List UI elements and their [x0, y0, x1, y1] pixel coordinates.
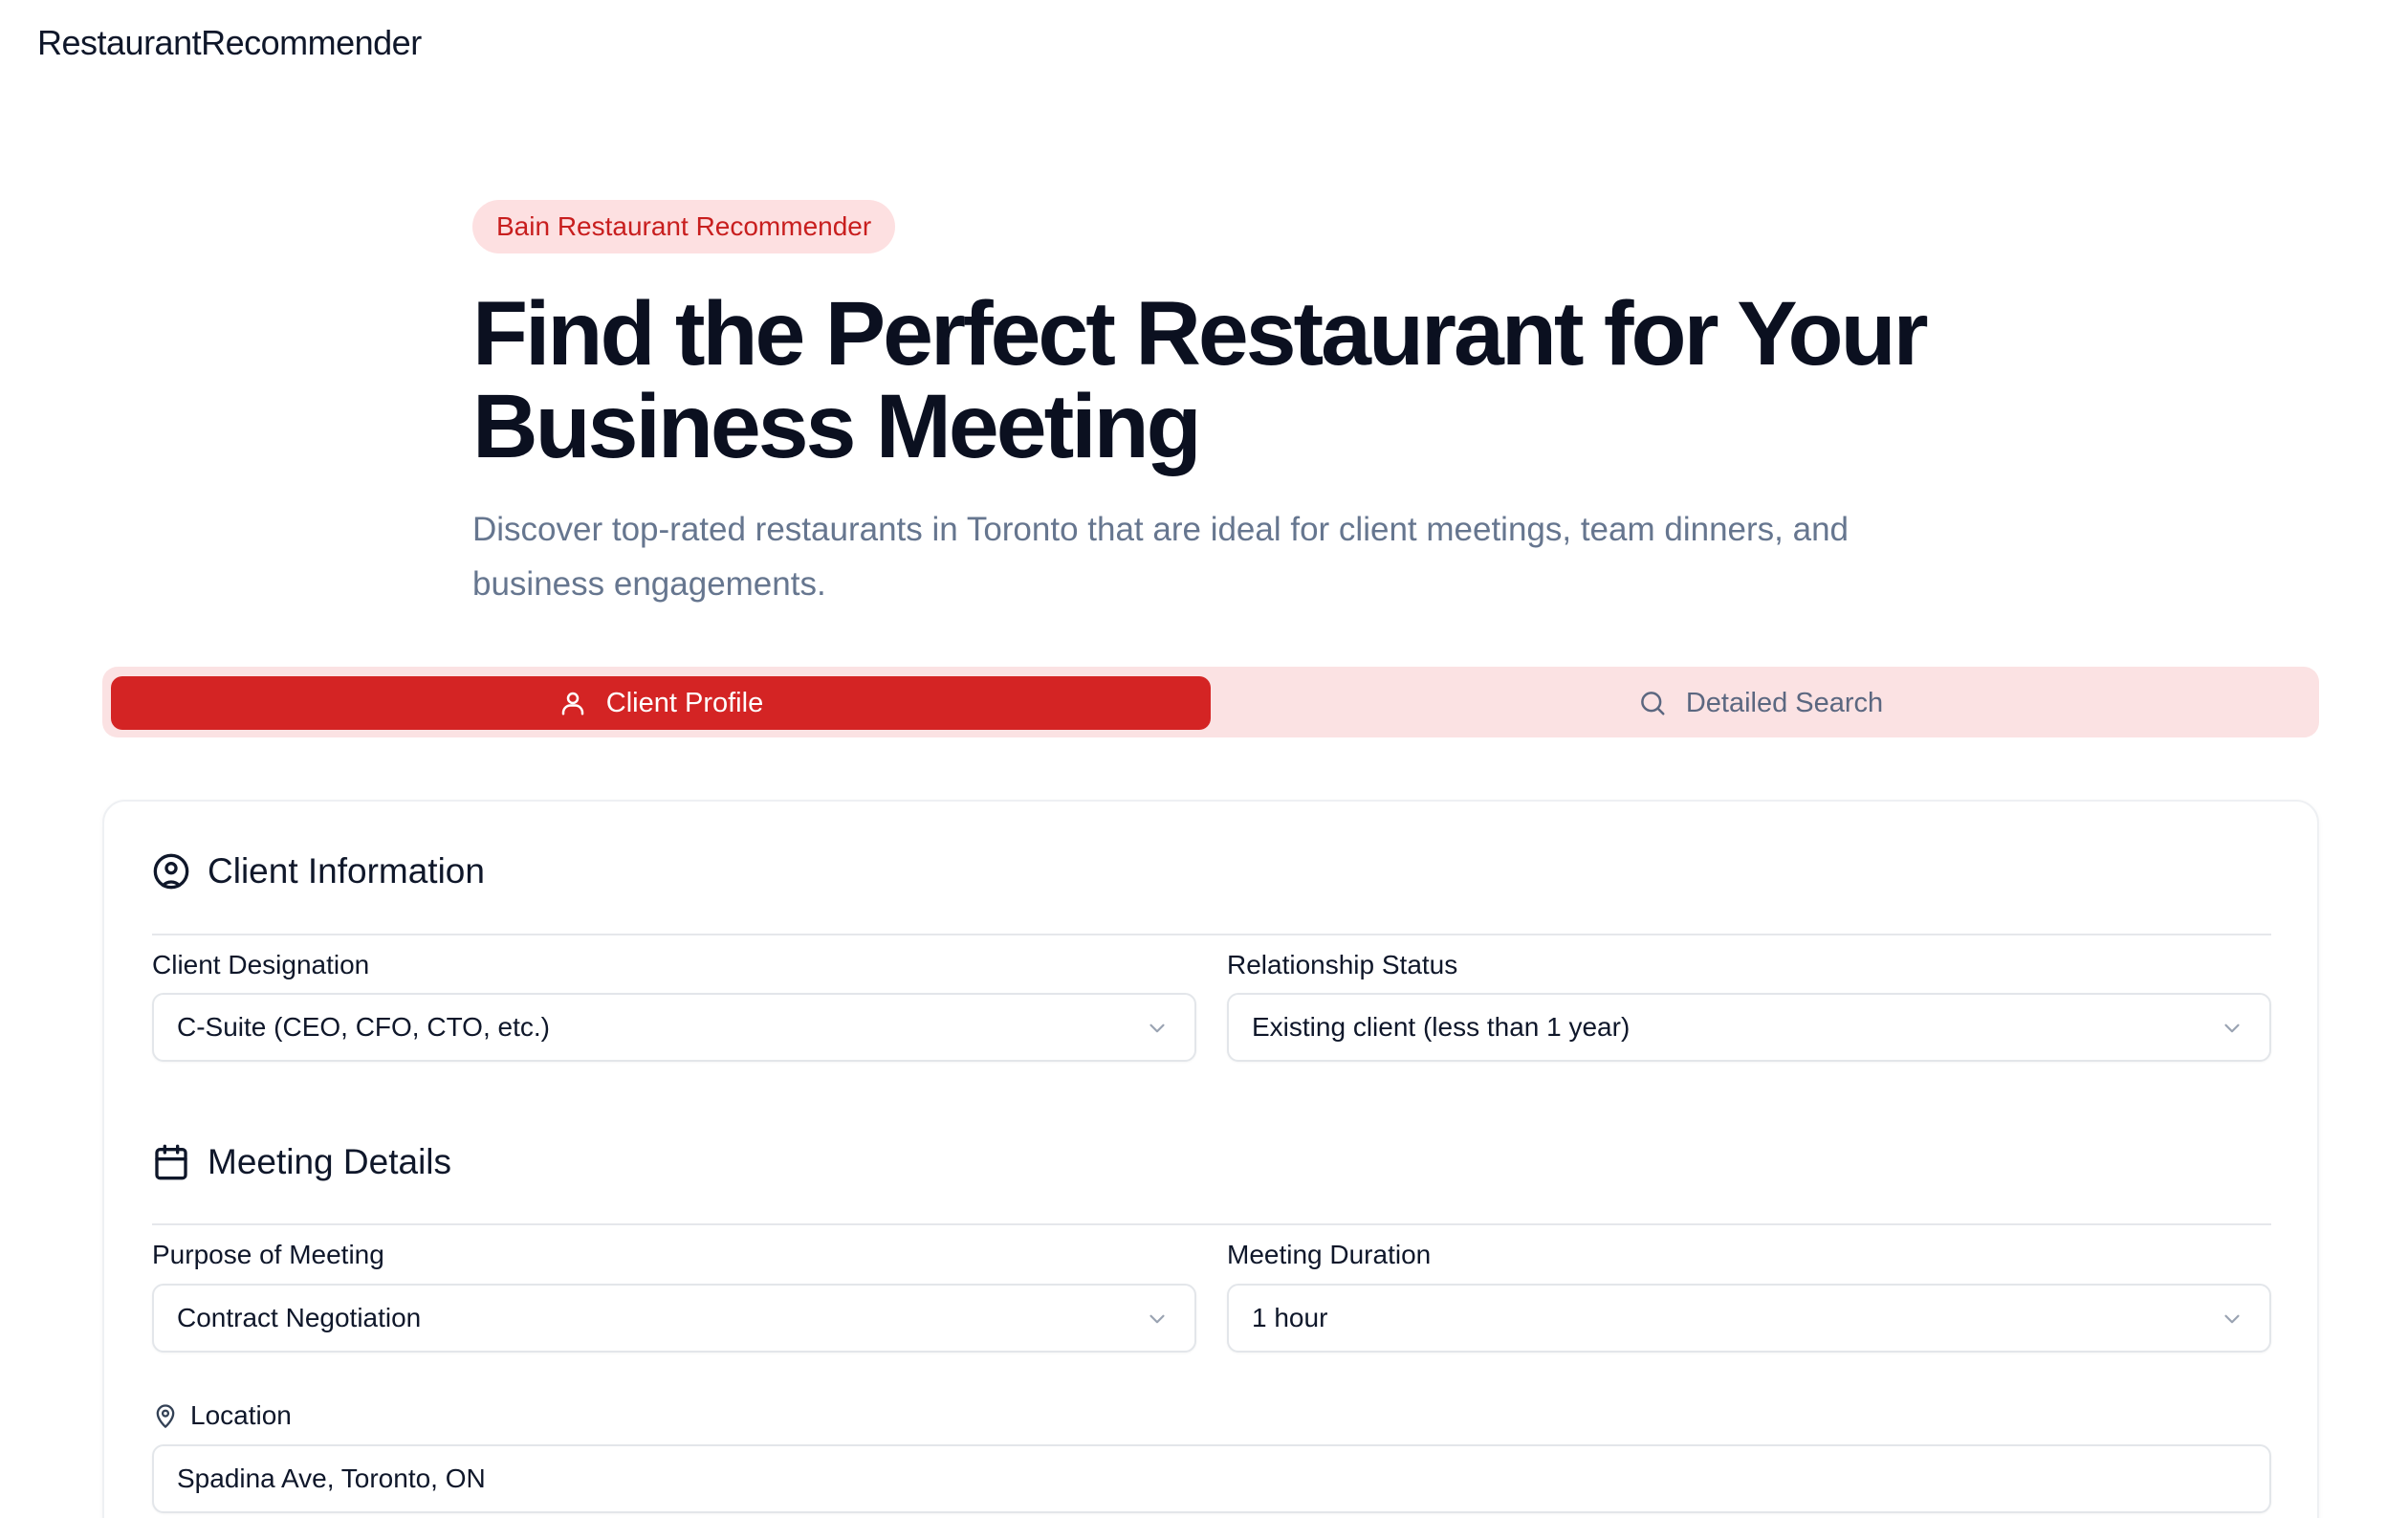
meeting-duration-value: 1 hour — [1252, 1303, 1328, 1332]
page-title: Find the Perfect Restaurant for Your Bus… — [472, 288, 1964, 473]
purpose-of-meeting-label: Purpose of Meeting — [152, 1240, 384, 1269]
tab-client-profile-label: Client Profile — [605, 687, 764, 718]
client-information-heading: Client Information — [152, 851, 485, 891]
relationship-status-select[interactable]: Existing client (less than 1 year) — [1227, 993, 2271, 1062]
tab-detailed-search[interactable]: Detailed Search — [1211, 676, 2310, 730]
location-value: Spadina Ave, Toronto, ON — [177, 1463, 486, 1493]
client-designation-value: C-Suite (CEO, CFO, CTO, etc.) — [177, 1012, 550, 1042]
location-label: Location — [152, 1400, 292, 1431]
tab-client-profile[interactable]: Client Profile — [111, 676, 1211, 730]
meeting-details-title: Meeting Details — [208, 1142, 452, 1181]
purpose-of-meeting-select[interactable]: Contract Negotiation — [152, 1284, 1196, 1353]
chevron-down-icon — [2224, 1023, 2240, 1033]
meeting-duration-select[interactable]: 1 hour — [1227, 1284, 2271, 1353]
calendar-icon — [155, 1144, 187, 1180]
title-line-1: Find the Perfect Restaurant for Your — [472, 283, 1929, 385]
meeting-details-heading: Meeting Details — [152, 1142, 451, 1182]
client-designation-select[interactable]: C-Suite (CEO, CFO, CTO, etc.) — [152, 993, 1196, 1062]
tab-detailed-search-label: Detailed Search — [1685, 687, 1884, 718]
chevron-down-icon — [2224, 1314, 2240, 1324]
meeting-duration-label: Meeting Duration — [1227, 1240, 1432, 1269]
client-profile-card: Client Information Client Designation C-… — [102, 800, 2319, 1518]
chevron-down-icon — [1149, 1023, 1165, 1033]
relationship-status-label: Relationship Status — [1227, 950, 1458, 979]
client-designation-label: Client Designation — [152, 950, 370, 979]
app-brand[interactable]: RestaurantRecommender — [37, 23, 422, 63]
tab-bar: Client Profile Detailed Search — [102, 667, 2319, 737]
user-icon — [561, 692, 584, 715]
section-divider — [152, 1223, 2271, 1225]
page-subtitle: Discover top-rated restaurants in Toront… — [472, 511, 1849, 603]
client-information-title: Client Information — [208, 851, 485, 891]
location-input[interactable]: Spadina Ave, Toronto, ON — [152, 1444, 2271, 1513]
search-icon — [1640, 692, 1665, 715]
chevron-down-icon — [1149, 1314, 1165, 1324]
hero-section: Bain Restaurant Recommender Find the Per… — [472, 200, 1964, 611]
relationship-status-value: Existing client (less than 1 year) — [1252, 1012, 1631, 1042]
title-line-2: Business Meeting — [472, 376, 1202, 477]
map-pin-icon — [156, 1404, 175, 1428]
purpose-of-meeting-value: Contract Negotiation — [177, 1303, 422, 1332]
hero-badge: Bain Restaurant Recommender — [472, 200, 896, 253]
user-circle-icon — [153, 853, 189, 890]
location-label-text: Location — [190, 1400, 292, 1430]
section-divider — [152, 934, 2271, 935]
